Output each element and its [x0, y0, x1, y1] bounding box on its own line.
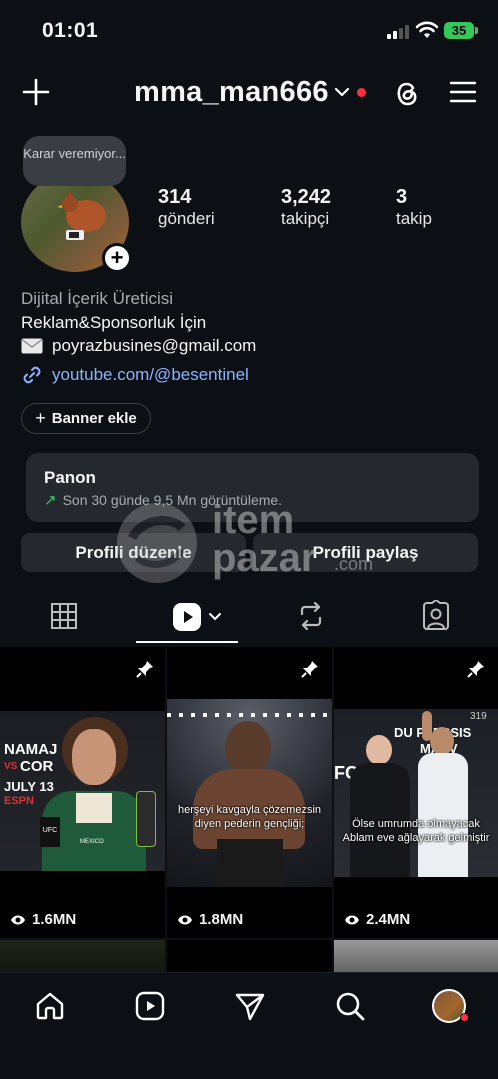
- person-right-arm: [422, 711, 432, 741]
- reels-nav-icon[interactable]: [134, 990, 166, 1022]
- thumb-text: 319: [470, 711, 487, 722]
- send-icon[interactable]: [234, 990, 266, 1022]
- bio-email-row: poyrazbusines@gmail.com: [21, 336, 256, 356]
- fighter-shorts: [217, 839, 283, 887]
- envelope-icon: [21, 338, 43, 354]
- pin-icon: [467, 661, 484, 678]
- thumb-text: ESPN: [4, 795, 34, 807]
- person-collar: [76, 793, 112, 823]
- stat-posts[interactable]: 314 gönderi: [158, 186, 215, 229]
- reel-post-3[interactable]: DU PLESSIS MAEV 319 FC Ölse umrumda olma…: [334, 647, 498, 938]
- post-2-views: 1.8MN: [177, 911, 243, 928]
- pin-icon: [136, 661, 153, 678]
- bio-link-row[interactable]: youtube.com/@besentinel: [21, 364, 249, 386]
- eye-icon: [11, 915, 25, 924]
- thumb-text: UFC: [40, 817, 60, 847]
- post-3-thumbnail: DU PLESSIS MAEV 319 FC Ölse umrumda olma…: [334, 709, 498, 877]
- thumb-text: NAMAJ: [4, 741, 58, 758]
- chevron-down-icon[interactable]: [334, 86, 350, 98]
- eye-icon: [178, 915, 192, 924]
- post-3-caption: Ölse umrumda olmayacak Ablam eve ağlayar…: [342, 818, 490, 844]
- stat-following-value: 3: [396, 186, 408, 208]
- chevron-down-icon: [209, 613, 221, 621]
- profile-note-bubble[interactable]: Karar veremiyor...: [23, 136, 126, 186]
- hen-avatar-image: [57, 191, 106, 240]
- tab-reels[interactable]: [172, 601, 228, 633]
- stat-posts-label: gönderi: [158, 209, 215, 228]
- post-1-views: 1.6MN: [10, 911, 76, 928]
- threads-icon[interactable]: [393, 78, 421, 108]
- tab-reposts-icon[interactable]: [296, 600, 326, 632]
- watermark-text-top: item: [212, 498, 295, 542]
- post-2-thumbnail: herşeyi kavgayla çözemezsin diyen pederi…: [167, 699, 332, 887]
- drink-can: [136, 791, 156, 847]
- plus-icon: +: [35, 408, 46, 428]
- stat-following[interactable]: 3 takip: [396, 186, 432, 229]
- notification-dot: [357, 88, 366, 97]
- bio-category: Dijital İçerik Üreticisi: [21, 289, 174, 308]
- watermark-emblem-icon: [117, 503, 197, 583]
- menu-icon[interactable]: [449, 80, 477, 104]
- link-icon: [23, 366, 41, 384]
- bottom-nav: [0, 972, 498, 1079]
- person-face: [72, 729, 116, 785]
- thumb-text: MEXICO: [80, 839, 104, 845]
- thumb-text: VS: [4, 761, 18, 772]
- watermark-text-bottom: pazar: [212, 536, 317, 580]
- battery-icon: 35: [444, 22, 474, 39]
- add-banner-label: Banner ekle: [51, 410, 137, 427]
- wifi-icon: [415, 21, 439, 38]
- post-3-view-count: 2.4MN: [366, 911, 411, 928]
- ring-lights: [167, 713, 332, 717]
- stat-following-label: takip: [396, 209, 432, 228]
- cellular-signal-icon: [387, 23, 409, 39]
- create-plus-icon[interactable]: [22, 78, 50, 106]
- person-left-head: [366, 735, 392, 765]
- stat-posts-value: 314: [158, 186, 192, 208]
- post-1-thumbnail: NAMAJ VS COR JULY 13 ESPN UFC MEXICO: [0, 711, 165, 871]
- tab-tagged-icon[interactable]: [421, 600, 451, 632]
- dashboard-title: Panon: [44, 468, 96, 487]
- post-3-views: 2.4MN: [344, 911, 410, 928]
- add-story-plus-icon[interactable]: +: [102, 243, 132, 273]
- reels-icon: [173, 603, 201, 631]
- pin-icon: [301, 661, 318, 678]
- stat-followers-value: 3,242: [281, 186, 332, 208]
- active-tab-indicator: [136, 641, 238, 643]
- status-time: 01:01: [42, 19, 99, 42]
- fighter-head: [225, 721, 271, 775]
- post-2-caption: herşeyi kavgayla çözemezsin diyen pederi…: [177, 804, 322, 830]
- reel-post-2[interactable]: herşeyi kavgayla çözemezsin diyen pederi…: [167, 647, 332, 938]
- tab-grid-icon[interactable]: [49, 600, 79, 632]
- home-icon[interactable]: [34, 990, 66, 1022]
- thumb-text: JULY 13: [4, 779, 54, 794]
- person-right-body: [418, 753, 468, 877]
- post-1-view-count: 1.6MN: [32, 911, 77, 928]
- add-banner-button[interactable]: + Banner ekle: [21, 403, 151, 434]
- stat-followers-label: takipçi: [281, 209, 330, 228]
- bio-email: poyrazbusines@gmail.com: [52, 336, 257, 355]
- bio-line: Reklam&Sponsorluk İçin: [21, 313, 207, 332]
- reel-post-1[interactable]: NAMAJ VS COR JULY 13 ESPN UFC MEXICO 1.6…: [0, 647, 165, 938]
- person-right-head: [430, 727, 454, 755]
- username[interactable]: mma_man666: [134, 76, 329, 109]
- trend-up-icon: ↗: [44, 492, 57, 509]
- watermark-suffix: .com: [334, 554, 374, 574]
- battery-tip: [475, 27, 478, 34]
- notification-dot: [460, 1013, 469, 1022]
- watermark-logo: item pazar .com: [112, 498, 392, 588]
- battery-level: 35: [451, 23, 467, 38]
- thumb-text: COR: [20, 758, 54, 775]
- stat-followers[interactable]: 3,242 takipçi: [281, 186, 331, 229]
- search-icon[interactable]: [334, 990, 366, 1022]
- bio-link[interactable]: youtube.com/@besentinel: [52, 365, 249, 385]
- eye-icon: [345, 915, 359, 924]
- post-2-view-count: 1.8MN: [199, 911, 244, 928]
